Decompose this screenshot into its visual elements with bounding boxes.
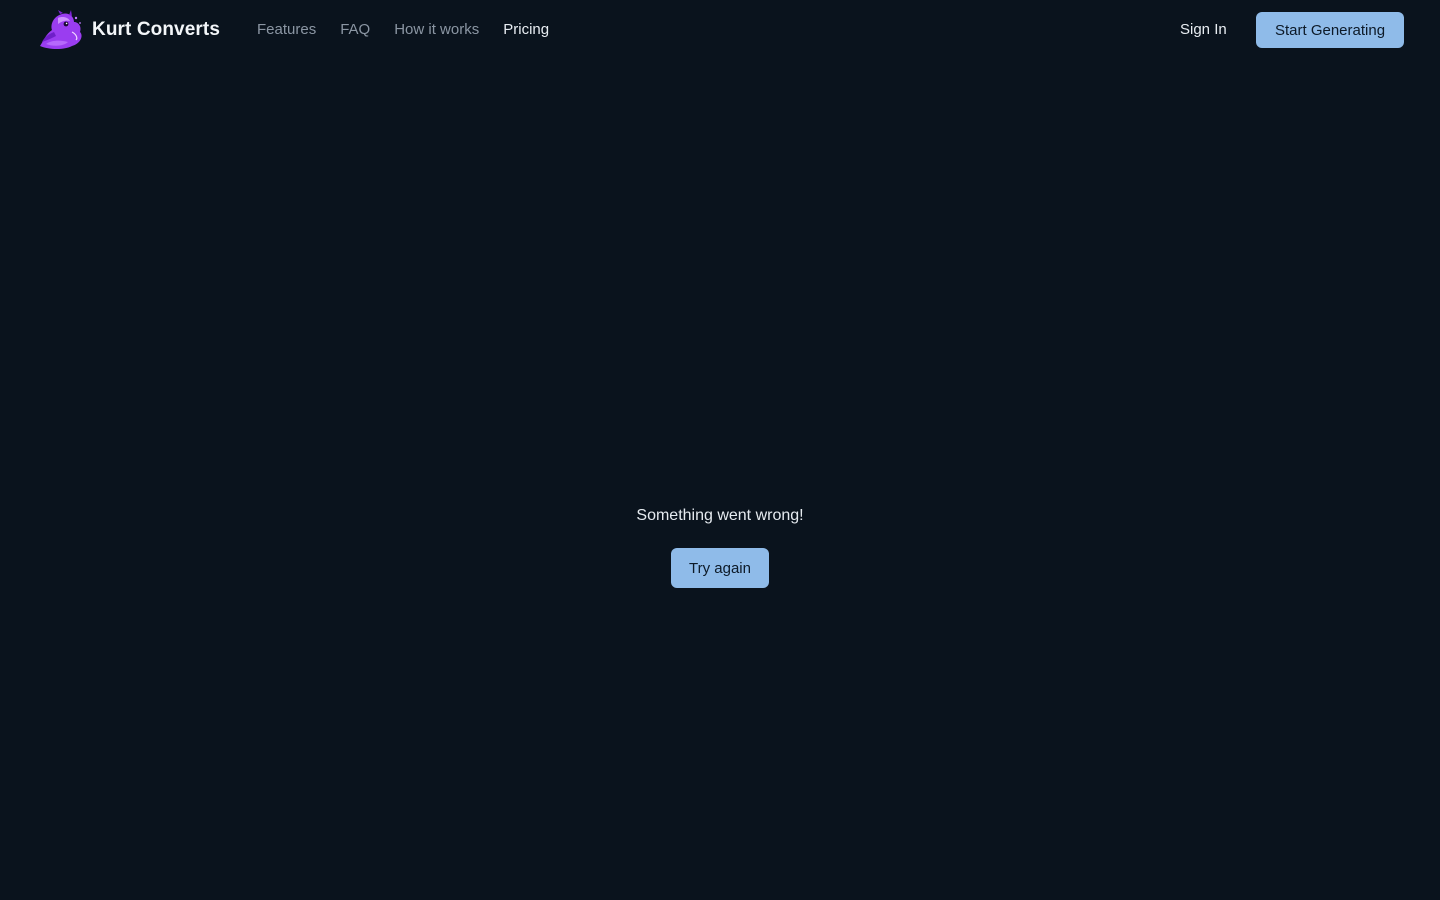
start-generating-button[interactable]: Start Generating <box>1256 12 1404 48</box>
nav-link-pricing[interactable]: Pricing <box>503 20 549 40</box>
nav-link-features[interactable]: Features <box>257 20 316 40</box>
brand-home-link[interactable]: Kurt Converts <box>36 10 220 50</box>
brand-name: Kurt Converts <box>92 19 220 40</box>
dragon-logo-icon <box>40 10 82 50</box>
nav-link-faq[interactable]: FAQ <box>340 20 370 40</box>
nav-link-how-it-works[interactable]: How it works <box>394 20 479 40</box>
error-panel: Something went wrong! Try again <box>0 505 1440 588</box>
try-again-button[interactable]: Try again <box>671 548 769 588</box>
site-header: Kurt Converts Features FAQ How it works … <box>0 0 1440 60</box>
main-nav: Features FAQ How it works Pricing <box>257 0 573 60</box>
sign-in-link[interactable]: Sign In <box>1180 20 1227 40</box>
error-message: Something went wrong! <box>636 507 804 524</box>
